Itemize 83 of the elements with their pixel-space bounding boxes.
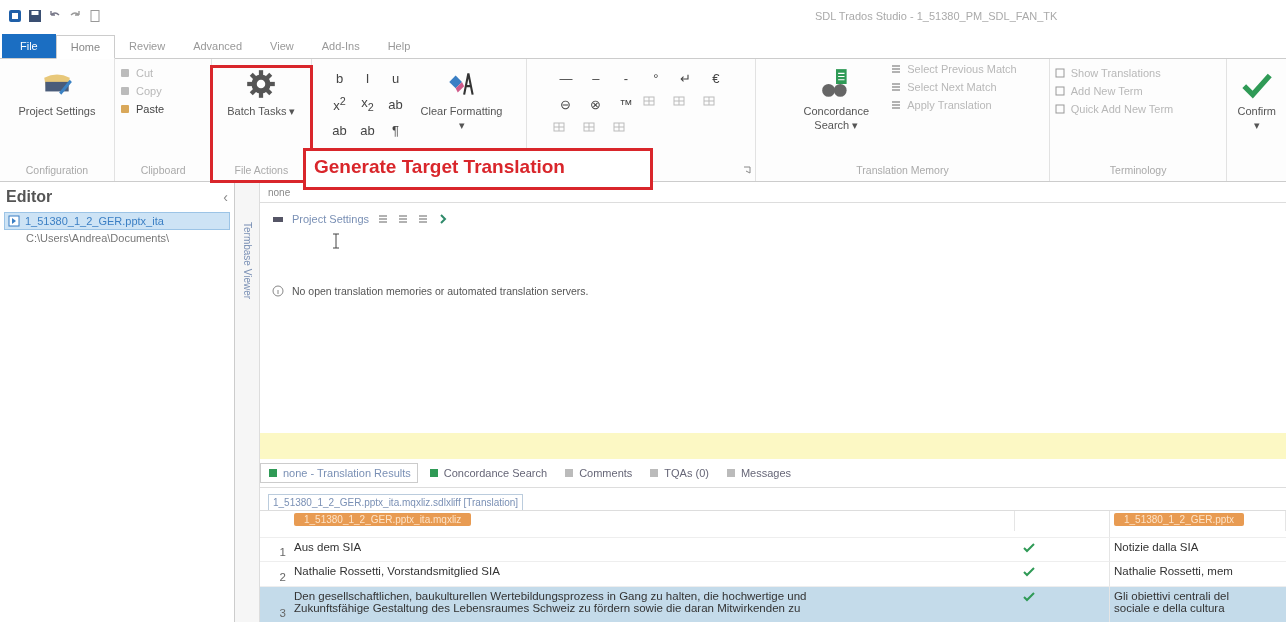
results-tab[interactable]: Comments [557, 464, 639, 482]
lines-icon [890, 63, 903, 75]
format-button[interactable]: ¶ [383, 121, 408, 139]
confirm-button[interactable]: Confirm ▾ [1231, 63, 1282, 137]
lines-icon [890, 81, 903, 93]
insert-symbol-button[interactable]: ‑ [612, 69, 639, 87]
insert-symbol-button[interactable]: € [702, 69, 729, 87]
editor-tab[interactable]: none [260, 182, 299, 202]
tab-icon [563, 467, 576, 479]
square-icon [1053, 67, 1066, 79]
file-tree-item[interactable]: C:\Users\Andrea\Documents\ [4, 230, 230, 246]
collapse-button[interactable]: ‹ [223, 189, 228, 205]
tab-icon [427, 467, 440, 479]
format-button[interactable]: ab [383, 95, 408, 113]
format-button[interactable]: x$^{2}$ [327, 95, 352, 113]
project-settings-button[interactable]: Project Settings [12, 63, 102, 123]
insert-symbol-button[interactable]: — [552, 69, 579, 87]
square-icon [1053, 85, 1066, 97]
tm-icon[interactable] [377, 213, 390, 225]
target-segment[interactable]: Nathalie Rossetti, mem [1110, 561, 1286, 586]
tab-icon [724, 467, 737, 479]
format-button[interactable]: u [383, 69, 408, 87]
grid-icon[interactable] [582, 121, 595, 133]
format-button[interactable]: ab [327, 121, 352, 139]
dialog-launcher-icon[interactable] [743, 166, 752, 174]
panel-title: Editor [6, 188, 53, 206]
source-segment[interactable]: Aus dem SIA [290, 536, 1015, 561]
callout-box: Generate Target Translation [303, 148, 653, 190]
insert-symbol-button[interactable]: ⊖ [552, 95, 579, 113]
segment-number: 1 [260, 536, 290, 561]
file-tag: 1_51380_1_2_GER.pptx [1114, 513, 1245, 526]
clipboard-icon [118, 67, 131, 79]
ribbon-tab[interactable]: Home [55, 35, 116, 59]
group-label: Terminology [1108, 163, 1168, 178]
target-segment[interactable]: Gli obiettivi centrali del sociale e della cultura [1110, 585, 1286, 622]
lines-icon [890, 99, 903, 111]
save-icon[interactable] [28, 9, 42, 23]
concordance-search-button[interactable]: Concordance Search ▾ [788, 63, 885, 137]
insert-symbol-button[interactable]: ™ [612, 95, 639, 113]
clear-formatting-button[interactable]: Clear Formatting ▾ [413, 63, 510, 137]
group-label: File Actions [233, 163, 290, 178]
results-tab[interactable]: TQAs (0) [642, 464, 715, 482]
grid-icon[interactable] [552, 121, 565, 133]
info-icon [272, 285, 284, 297]
grid-icon[interactable] [612, 121, 625, 133]
results-tab[interactable]: Concordance Search [421, 464, 554, 482]
tab-icon [267, 467, 279, 479]
square-icon [1053, 103, 1066, 115]
format-button[interactable]: x$_{2}$ [355, 95, 380, 113]
format-button[interactable]: I [355, 69, 380, 87]
tm-icon[interactable] [417, 213, 430, 225]
file-menu-button[interactable]: File [2, 34, 56, 58]
target-segment[interactable]: Notizie dalla SIA [1110, 536, 1286, 561]
format-button[interactable]: b [327, 69, 352, 87]
source-segment[interactable]: Nathalie Rossetti, Vorstandsmitglied SIA [290, 561, 1015, 586]
segment-number: 3 [260, 585, 290, 622]
status-message: No open translation memories or automated translation servers. [292, 285, 589, 297]
clipboard-icon [118, 103, 131, 115]
source-segment[interactable]: Den gesellschaftlichen, baukulturellen Wertebildungsprozess in Gang zu halten, die hochwertige und Zukunftsfähige Gestaltung des Lebensraumes Schweiz zu fördern sowie die daran Mitwirkenden zu [290, 585, 1015, 622]
results-tab[interactable]: Messages [718, 464, 798, 482]
clipboard-button[interactable]: Paste [118, 103, 165, 115]
text-cursor-icon [332, 233, 340, 249]
tm-icon[interactable] [397, 213, 410, 225]
format-button[interactable]: ab [355, 121, 380, 139]
tab-icon [648, 467, 661, 479]
insert-symbol-button[interactable]: – [582, 69, 609, 87]
group-label: Configuration [24, 163, 90, 178]
insert-symbol-button[interactable]: ⊗ [582, 95, 609, 113]
window-title: SDL Trados Studio - 1_51380_PM_SDL_FAN_TK [815, 10, 1058, 22]
grid-icon[interactable] [672, 95, 685, 107]
grid-icon[interactable] [642, 95, 655, 107]
file-tag: 1_51380_1_2_GER.pptx_ita.mqxliz [294, 513, 472, 526]
insert-symbol-button[interactable]: ° [642, 69, 669, 87]
file-icon [8, 215, 20, 227]
grid-icon[interactable] [702, 95, 715, 107]
group-label: Clipboard [139, 163, 187, 178]
clipboard-icon [118, 85, 131, 97]
insert-symbol-button[interactable]: ↵ [672, 69, 699, 87]
batch-tasks-button[interactable]: Batch Tasks ▾ [221, 63, 302, 123]
document-icon[interactable] [88, 9, 102, 23]
segment-number: 2 [260, 561, 290, 586]
group-label: Translation Memory [855, 163, 950, 178]
app-icon[interactable] [8, 9, 22, 23]
